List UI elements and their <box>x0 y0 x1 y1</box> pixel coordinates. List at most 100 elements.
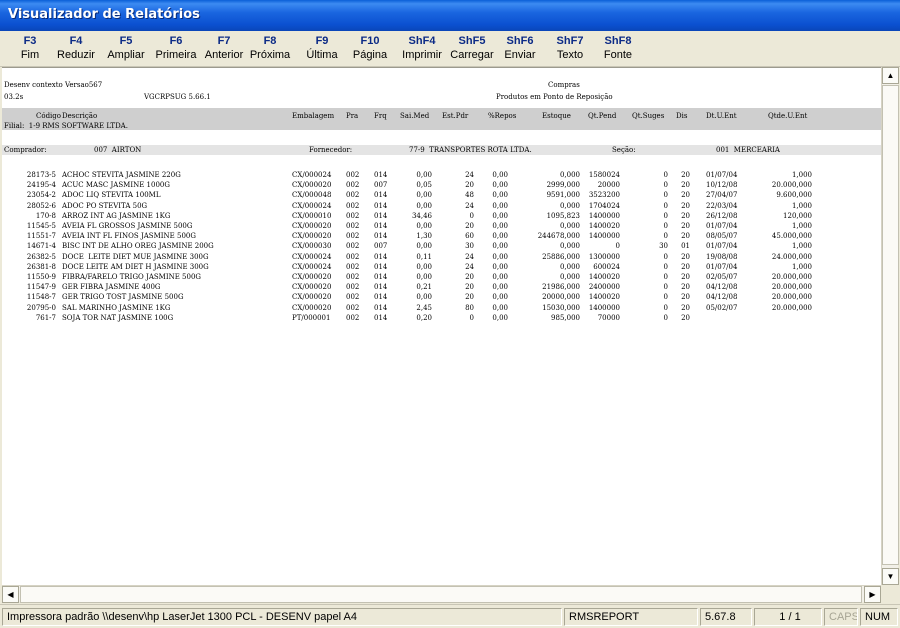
toolbar-key: F6 <box>169 35 183 47</box>
arrow-up-icon[interactable]: ▲ <box>882 67 899 84</box>
cell-packaging: CX/000020 <box>292 293 332 302</box>
cell-packaging: CX/000020 <box>292 222 332 230</box>
cell-dis: 20 <box>681 283 690 292</box>
cell-pra: 002 <box>346 201 360 210</box>
cell-avg-out: 0,00 <box>416 262 432 271</box>
cell-pra: 002 <box>346 273 360 281</box>
toolbar-button-shf8[interactable]: ShF8 Fonte <box>592 33 644 65</box>
toolbar-button-f4[interactable]: F4 Reduzir <box>50 33 102 65</box>
toolbar-key: F4 <box>69 35 83 47</box>
title-bar[interactable]: Visualizador de Relatórios <box>0 0 900 31</box>
horizontal-scrollbar[interactable]: ◀ ▶ <box>2 585 881 603</box>
cell-avg-out: 0,00 <box>416 191 432 200</box>
cell-std-stock: 0 <box>469 313 474 322</box>
toolbar-button-f5[interactable]: F5 Ampliar <box>100 33 152 65</box>
cell-stock: 0,000 <box>559 201 580 210</box>
toolbar-key: ShF5 <box>458 35 486 47</box>
cell-repos: 0,00 <box>492 273 508 281</box>
vertical-scrollbar[interactable]: ▲ ▼ <box>881 67 899 585</box>
toolbar-label: Texto <box>556 49 584 61</box>
cell-repos: 0,00 <box>492 181 508 190</box>
cell-repos: 0,00 <box>492 283 508 292</box>
cell-avg-out: 0,05 <box>416 181 432 190</box>
cell-suggested: 0 <box>663 293 668 302</box>
supplier-label: Fornecedor: <box>309 146 353 154</box>
cell-last-entry-qty: 20.000,000 <box>771 303 812 312</box>
cell-packaging: CX/000020 <box>292 273 332 281</box>
toolbar: F3 Fim F4 Reduzir F5 Ampliar F6 Primeira F7 Anter… <box>0 31 900 67</box>
column-header-pending: Qt.Pend <box>588 112 617 120</box>
cell-description: ADOC PO STEVITA 50G <box>62 201 148 210</box>
cell-avg-out: 0,00 <box>416 171 432 179</box>
cell-packaging: CX/000024 <box>292 252 332 261</box>
cell-pending: 20000 <box>597 181 620 190</box>
toolbar-button-shf7[interactable]: ShF7 Texto <box>544 33 596 65</box>
toolbar-button-f10[interactable]: F10 Página <box>344 33 396 65</box>
cell-dis: 20 <box>681 211 690 220</box>
cell-code: 28052-6 <box>26 201 56 210</box>
cell-pending: 1400020 <box>588 222 620 230</box>
cell-avg-out: 2,45 <box>416 303 432 312</box>
toolbar-button-f7[interactable]: F7 Anterior <box>198 33 250 65</box>
column-header-repos: %Repos <box>488 112 517 120</box>
cell-stock: 985,000 <box>551 313 580 322</box>
horizontal-scroll-thumb[interactable] <box>20 586 862 603</box>
window-title: Visualizador de Relatórios <box>8 7 200 22</box>
report-context: Desenv contexto Versao567 <box>4 81 103 89</box>
cell-suggested: 0 <box>663 262 668 271</box>
cell-last-entry-qty: 120,000 <box>783 211 812 220</box>
cell-last-entry-date: 19/08/08 <box>706 252 738 261</box>
cell-pra: 002 <box>346 211 360 220</box>
cell-std-stock: 60 <box>465 232 474 241</box>
toolbar-button-shf5[interactable]: ShF5 Carregar <box>446 33 498 65</box>
cell-frq: 007 <box>374 242 388 251</box>
column-header-dis: Dis <box>676 112 688 120</box>
buyer-label: Comprador: <box>4 146 47 154</box>
cell-repos: 0,00 <box>492 303 508 312</box>
toolbar-button-shf4[interactable]: ShF4 Imprimir <box>396 33 448 65</box>
arrow-left-icon[interactable]: ◀ <box>2 586 19 603</box>
cell-dis: 20 <box>681 232 690 241</box>
cell-frq: 014 <box>374 283 388 292</box>
cell-suggested: 30 <box>659 242 668 251</box>
cell-pending: 1400000 <box>588 232 620 241</box>
toolbar-label: Última <box>306 49 338 61</box>
toolbar-key: F9 <box>315 35 329 47</box>
cell-description: DOCE LEITE AM DIET H JASMINE 300G <box>62 262 209 271</box>
cell-description: ACHOC STEVITA JASMINE 220G <box>62 171 181 179</box>
cell-dis: 20 <box>681 191 690 200</box>
cell-last-entry-date: 08/05/07 <box>706 232 738 241</box>
toolbar-label: Ampliar <box>107 49 145 61</box>
arrow-right-icon[interactable]: ▶ <box>864 586 881 603</box>
cell-frq: 014 <box>374 201 388 210</box>
column-header-frq: Frq <box>374 112 387 120</box>
cell-avg-out: 0,20 <box>416 313 432 322</box>
report-title: Produtos em Ponto de Reposição <box>496 93 613 101</box>
toolbar-button-f8[interactable]: F8 Próxima <box>244 33 296 65</box>
cell-stock: 244678,000 <box>537 232 580 241</box>
cell-last-entry-qty: 1,000 <box>791 242 812 251</box>
arrow-down-icon[interactable]: ▼ <box>882 568 899 585</box>
cell-pra: 002 <box>346 191 360 200</box>
toolbar-button-f3[interactable]: F3 Fim <box>4 33 56 65</box>
toolbar-key: F7 <box>217 35 231 47</box>
cell-packaging: CX/000020 <box>292 232 332 241</box>
cell-std-stock: 0 <box>469 211 474 220</box>
status-printer: Impressora padrão \\desenv\hp LaserJet 1… <box>2 608 562 626</box>
toolbar-label: Carregar <box>450 49 494 61</box>
toolbar-label: Enviar <box>504 49 536 61</box>
cell-dis: 20 <box>681 252 690 261</box>
cell-pra: 002 <box>346 242 360 251</box>
toolbar-button-f6[interactable]: F6 Primeira <box>150 33 202 65</box>
cell-description: AVEIA INT FL FINOS JASMINE 500G <box>62 232 196 241</box>
cell-repos: 0,00 <box>492 293 508 302</box>
cell-packaging: CX/000020 <box>292 181 332 190</box>
toolbar-button-f9[interactable]: F9 Última <box>296 33 348 65</box>
vertical-scroll-thumb[interactable] <box>882 85 899 565</box>
toolbar-button-shf6[interactable]: ShF6 Enviar <box>494 33 546 65</box>
cell-stock: 2999,000 <box>546 181 580 190</box>
report-page: Desenv contexto Versao567 03.2s VGCRPSUG… <box>2 67 881 585</box>
column-header-pra: Pra <box>346 112 359 120</box>
cell-avg-out: 0,00 <box>416 222 432 230</box>
cell-repos: 0,00 <box>492 232 508 241</box>
